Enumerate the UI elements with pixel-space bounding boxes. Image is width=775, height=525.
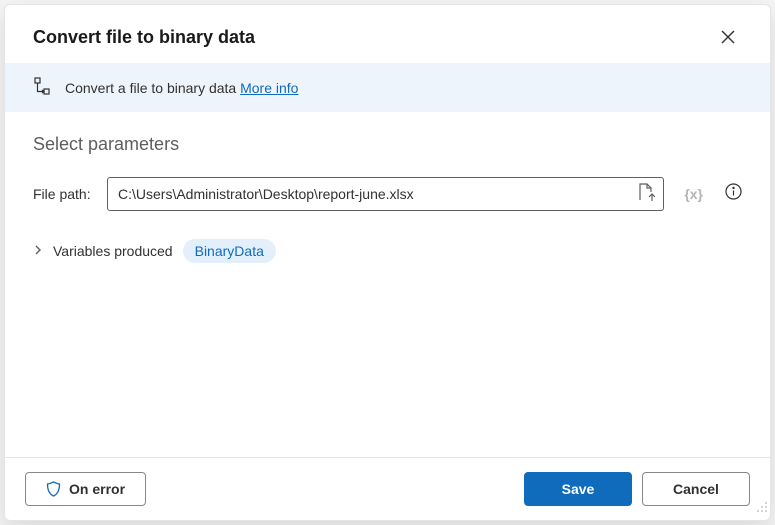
footer-right: Save Cancel [524,472,750,506]
dialog-footer: On error Save Cancel [5,457,770,520]
file-path-input-wrap [107,177,664,211]
variable-token-icon[interactable]: {x} [684,186,703,202]
on-error-label: On error [69,481,125,497]
info-banner: Convert a file to binary data More info [5,63,770,112]
dialog-title: Convert file to binary data [33,27,255,48]
on-error-button[interactable]: On error [25,472,146,506]
binary-convert-icon [33,77,51,98]
info-icon[interactable] [725,183,742,205]
file-path-label: File path: [33,186,95,202]
cancel-label: Cancel [673,481,719,497]
shield-icon [46,481,61,497]
section-title: Select parameters [33,134,742,155]
dialog-header: Convert file to binary data [5,5,770,63]
variable-chip-binarydata[interactable]: BinaryData [183,239,276,263]
dialog: Convert file to binary data Convert a fi… [4,4,771,521]
variables-produced-row: Variables produced BinaryData [33,239,742,263]
content-area: Select parameters File path: {x} [5,112,770,457]
resize-grip-icon[interactable] [756,500,768,518]
file-path-input[interactable] [118,186,632,202]
cancel-button[interactable]: Cancel [642,472,750,506]
more-info-link[interactable]: More info [240,80,298,96]
variables-produced-label[interactable]: Variables produced [53,243,173,259]
chevron-right-icon[interactable] [33,243,43,259]
save-label: Save [562,481,595,497]
banner-text: Convert a file to binary data More info [65,80,298,96]
save-button[interactable]: Save [524,472,632,506]
file-picker-icon[interactable] [638,183,655,206]
close-button[interactable] [714,23,742,51]
file-path-row: File path: {x} [33,177,742,211]
close-icon [721,30,735,44]
